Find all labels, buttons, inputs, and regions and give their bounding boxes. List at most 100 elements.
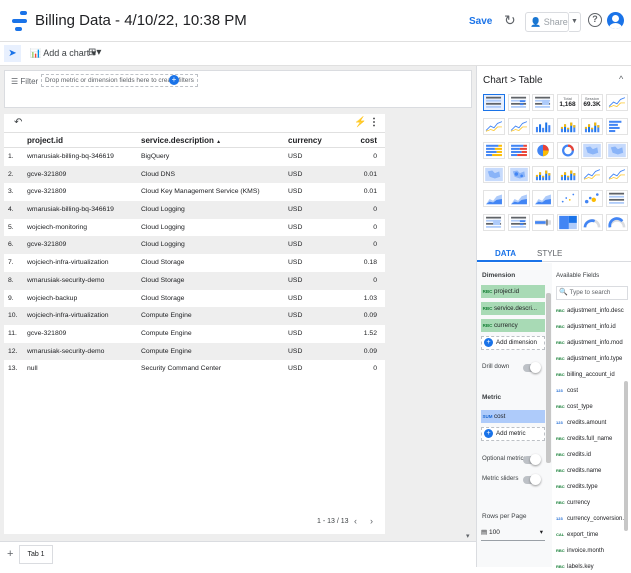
bubble-map-icon[interactable] [507, 166, 530, 183]
treemap-chart-icon[interactable] [556, 214, 579, 231]
field-item[interactable]: RBC credits.full_name [556, 433, 624, 445]
field-item[interactable]: RBC billing_account_id [556, 369, 624, 381]
avatar[interactable] [607, 12, 624, 29]
add-chart-button[interactable]: 📊 Add a chart ▾ [30, 48, 96, 59]
dimension-chip-project-id[interactable]: RBC project.id [481, 285, 545, 298]
100-area-chart-icon[interactable] [532, 190, 554, 207]
field-item[interactable]: RBC labels.key [556, 561, 624, 573]
table-row[interactable]: 10. wojciech-infra-virtualization Compute … [4, 307, 385, 325]
page-tab-1[interactable]: Tab 1 [19, 545, 53, 564]
pie-chart-icon[interactable] [532, 142, 554, 159]
table-row[interactable]: 12. wmarusiak-security-demo Compute Engine… [4, 342, 385, 361]
table-row[interactable]: 13. null Security Command Center USD 0 [4, 360, 385, 378]
undo-icon[interactable]: ↶ [14, 117, 22, 128]
stacked-bar-chart-icon[interactable] [483, 142, 505, 159]
next-page-icon[interactable]: › [370, 516, 373, 526]
add-metric-button[interactable]: + Add metric [481, 427, 545, 441]
field-item[interactable]: CAL export_time [556, 529, 624, 541]
field-item[interactable]: 123 credits.amount [556, 417, 624, 429]
bullet-chart-icon[interactable] [532, 214, 554, 231]
gauge-chart-icon[interactable] [581, 214, 603, 231]
previous-page-icon[interactable]: ‹ [354, 516, 357, 526]
column-header-currency[interactable]: currency [288, 136, 322, 145]
column-header-cost[interactable]: cost [361, 136, 377, 145]
field-item[interactable]: RBC adjustment_info.desc [556, 305, 624, 317]
scatter-chart-icon[interactable] [556, 190, 579, 207]
data-panel-scrollbar[interactable] [546, 293, 551, 463]
time-series-chart-icon[interactable] [483, 118, 505, 135]
column-header-project-id[interactable]: project.id [27, 136, 63, 145]
fields-scrollbar[interactable] [624, 381, 628, 531]
tab-data[interactable]: DATA [495, 249, 516, 258]
table-chart[interactable]: ↶ ⚡ ⋮ project.id service.description ▲ c… [4, 114, 385, 534]
column-header-service-description[interactable]: service.description ▲ [141, 136, 221, 145]
bar-chart-icon[interactable] [605, 118, 628, 135]
progress-gauge-icon[interactable] [605, 214, 628, 231]
field-item[interactable]: 123 currency_conversion... [556, 513, 624, 525]
field-item[interactable]: RBC credits.id [556, 449, 624, 461]
lightning-icon[interactable]: ⚡ [354, 117, 366, 128]
stacked-column-chart-icon[interactable] [556, 118, 579, 135]
field-item[interactable]: RBC credits.type [556, 481, 624, 493]
add-filter-icon[interactable]: + [169, 75, 179, 85]
scorecard-chart-icon[interactable]: Total 1,168 [556, 94, 579, 111]
collapse-panel-icon[interactable]: ^ [619, 74, 623, 84]
field-item[interactable]: RBC invoice.month [556, 545, 624, 557]
save-button[interactable]: Save [469, 16, 492, 27]
add-control-button[interactable]: ⊞▾ [88, 47, 101, 58]
tab-style[interactable]: STYLE [537, 249, 562, 258]
line-chart-icon[interactable] [581, 166, 603, 183]
share-button[interactable]: 👤 Share [525, 12, 569, 32]
table-heatmap-chart-icon[interactable] [532, 94, 554, 111]
geo-map-icon[interactable] [605, 142, 628, 159]
table-row[interactable]: 5. wojciech-monitoring Cloud Logging USD 0 [4, 219, 385, 237]
column-chart-icon[interactable] [532, 118, 554, 135]
table-bars-chart-icon[interactable] [507, 94, 530, 111]
pivot-bars-icon[interactable] [507, 214, 530, 231]
metric-chip-cost[interactable]: SUM cost [481, 410, 545, 423]
dimension-chip-currency[interactable]: RBC currency [481, 319, 545, 332]
smoothed-line-chart-icon[interactable] [605, 166, 628, 183]
field-item[interactable]: RBC credits.name [556, 465, 624, 477]
table-row[interactable]: 2. gcve-321809 Cloud DNS USD 0.01 [4, 165, 385, 184]
google-maps-icon[interactable] [483, 166, 505, 183]
field-search-input[interactable]: 🔍 Type to search [556, 286, 628, 300]
field-item[interactable]: RBC adjustment_info.mod [556, 337, 624, 349]
table-row[interactable]: 9. wojciech-backup Cloud Storage USD 1.03 [4, 290, 385, 308]
help-icon[interactable]: ? [588, 13, 602, 27]
line-smooth-chart-icon[interactable] [507, 118, 530, 135]
field-item[interactable]: 123 cost [556, 385, 624, 397]
add-dimension-button[interactable]: + Add dimension [481, 336, 545, 350]
bubble-chart-icon[interactable] [581, 190, 603, 207]
drill-down-toggle[interactable] [523, 362, 541, 373]
stacked-area-chart-icon[interactable] [507, 190, 530, 207]
donut-chart-icon[interactable] [556, 142, 579, 159]
table-row[interactable]: 7. wojciech-infra-virtualization Cloud Sto… [4, 254, 385, 272]
geo-chart-icon[interactable] [581, 142, 603, 159]
table-row[interactable]: 11. gcve-321809 Compute Engine USD 1.52 [4, 325, 385, 343]
select-cursor-icon[interactable]: ➤ [4, 45, 21, 62]
field-item[interactable]: RBC adjustment_info.type [556, 353, 624, 365]
table-row[interactable]: 1. wmarusiak-billing-bq-346619 BigQuery USD… [4, 148, 385, 166]
optional-metrics-toggle[interactable] [523, 454, 541, 465]
table-row[interactable]: 4. wmarusiak-billing-bq-346619 Cloud Loggi… [4, 201, 385, 219]
pivot-table-icon[interactable] [605, 190, 628, 207]
metric-sliders-toggle[interactable] [523, 474, 541, 485]
field-item[interactable]: RBC currency [556, 497, 624, 509]
share-dropdown-icon[interactable]: ▼ [569, 12, 581, 32]
refresh-icon[interactable]: ↻ [504, 12, 516, 29]
more-options-icon[interactable]: ⋮ [369, 117, 379, 128]
field-item[interactable]: RBC adjustment_info.id [556, 321, 624, 333]
area-chart-icon[interactable] [483, 190, 505, 207]
table-row[interactable]: 3. gcve-321809 Cloud Key Management Servic… [4, 183, 385, 201]
100-column-chart-icon[interactable] [581, 118, 603, 135]
table-chart-icon[interactable] [483, 94, 505, 111]
dimension-chip-service-description[interactable]: RBC service.descri... [481, 302, 545, 315]
sparkline-chart-icon[interactable] [605, 94, 628, 111]
scorecard-compact-chart-icon[interactable]: Session 69.3K [581, 94, 603, 111]
100-bar-chart-icon[interactable] [507, 142, 530, 159]
stacked-combo-chart-icon[interactable] [556, 166, 579, 183]
combo-chart-icon[interactable] [532, 166, 554, 183]
table-row[interactable]: 6. gcve-321809 Cloud Logging USD 0 [4, 236, 385, 255]
report-title[interactable]: Billing Data - 4/10/22, 10:38 PM [35, 12, 247, 29]
